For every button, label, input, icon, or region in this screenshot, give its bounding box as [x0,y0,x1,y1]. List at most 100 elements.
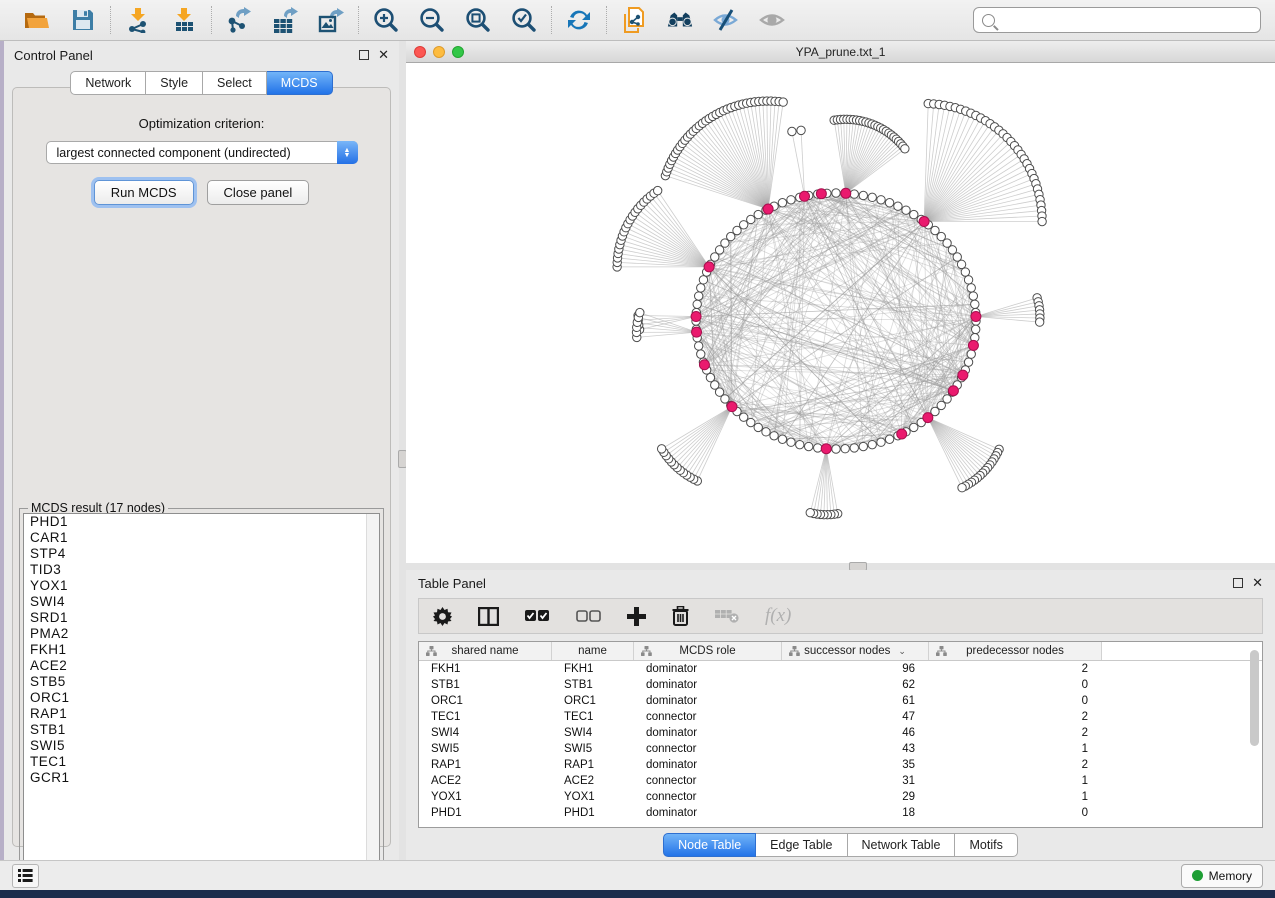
export-table-icon[interactable] [271,6,299,34]
mcds-result-item[interactable]: TEC1 [24,754,379,770]
tab-network[interactable]: Network [70,71,146,95]
mcds-result-item[interactable]: YOX1 [24,578,379,594]
column-header-MCDS-role[interactable]: MCDS role [634,642,782,660]
table-row[interactable]: TEC1TEC1connector472 [419,709,1262,725]
save-session-icon[interactable] [69,6,97,34]
mcds-result-item[interactable]: SWI5 [24,738,379,754]
clone-network-icon[interactable] [620,6,648,34]
table-row[interactable]: YOX1YOX1connector291 [419,789,1262,805]
column-header-predecessor-nodes[interactable]: predecessor nodes [929,642,1102,660]
tab-edge-table[interactable]: Edge Table [756,833,847,857]
close-table-panel-icon[interactable]: ✕ [1252,578,1263,588]
tab-node-table[interactable]: Node Table [663,833,756,857]
column-header-name[interactable]: name [552,642,634,660]
task-history-icon[interactable] [12,864,39,888]
mcds-result-item[interactable]: STB5 [24,674,379,690]
mcds-result-groupbox: MCDS result (17 nodes) PHD1CAR1STP4TID3Y… [19,508,384,878]
network-window-titlebar[interactable]: YPA_prune.txt_1 [406,41,1275,63]
tab-select[interactable]: Select [203,71,267,95]
table-row[interactable]: SWI4SWI4dominator462 [419,725,1262,741]
mcds-result-item[interactable]: STP4 [24,546,379,562]
table-row[interactable]: RAP1RAP1dominator352 [419,757,1262,773]
cell-name: TEC1 [552,711,634,723]
network-canvas[interactable] [406,63,1275,563]
add-column-icon[interactable] [627,607,646,626]
network-node [850,444,858,452]
mcds-result-item[interactable]: TID3 [24,562,379,578]
mcds-result-item[interactable]: ORC1 [24,690,379,706]
network-node [693,300,701,308]
zoom-in-icon[interactable] [372,6,400,34]
column-header-successor-nodes[interactable]: successor nodes⌄ [782,642,929,660]
mcds-result-item[interactable]: GCR1 [24,770,379,786]
mcds-result-item[interactable]: FKH1 [24,642,379,658]
search-field[interactable] [973,7,1261,33]
mcds-result-item[interactable]: PHD1 [24,514,379,530]
float-table-panel-icon[interactable] [1233,578,1243,588]
cell-predecessor-nodes: 2 [929,759,1102,771]
float-panel-icon[interactable] [359,50,369,60]
table-row[interactable]: PHD1PHD1dominator180 [419,805,1262,821]
show-all-icon[interactable] [758,6,786,34]
zoom-selected-icon[interactable] [510,6,538,34]
table-row[interactable]: ORC1ORC1dominator610 [419,693,1262,709]
import-network-icon[interactable] [124,6,152,34]
close-panel-button[interactable]: Close panel [207,180,310,205]
mcds-result-item[interactable]: RAP1 [24,706,379,722]
table-scrollbar-thumb[interactable] [1250,650,1259,746]
network-node [910,423,918,431]
mcds-node [763,204,773,214]
network-node [850,190,858,198]
column-visibility-icon[interactable] [478,607,499,626]
optimization-criterion-dropdown[interactable]: largest connected component (undirected)… [46,141,358,164]
horizontal-splitter[interactable] [406,563,1275,570]
hide-selected-icon[interactable] [712,6,740,34]
column-header-shared-name[interactable]: shared name [419,642,552,660]
close-window-icon[interactable] [414,46,426,58]
zoom-out-icon[interactable] [418,6,446,34]
mcds-result-item[interactable]: CAR1 [24,530,379,546]
apply-layout-icon[interactable] [565,6,593,34]
delete-column-icon[interactable] [672,606,689,626]
minimize-window-icon[interactable] [433,46,445,58]
vertical-splitter[interactable] [399,41,406,860]
mcds-result-item[interactable]: ACE2 [24,658,379,674]
import-table-icon[interactable] [170,6,198,34]
mcds-result-item[interactable]: SRD1 [24,610,379,626]
mcds-node [841,188,851,198]
network-window-title: YPA_prune.txt_1 [796,45,886,59]
deselect-all-icon[interactable] [576,610,601,623]
network-node [957,260,965,268]
memory-button[interactable]: Memory [1181,864,1263,888]
mcds-node [816,189,826,199]
open-file-icon[interactable] [23,6,51,34]
search-input[interactable] [1001,13,1252,27]
run-mcds-button[interactable]: Run MCDS [94,180,194,205]
table-row[interactable]: STB1STB1dominator620 [419,677,1262,693]
mcds-result-item[interactable]: STB1 [24,722,379,738]
network-node [796,440,804,448]
mcds-node [821,444,831,454]
mcds-list-scrollbar[interactable] [366,514,379,873]
table-row[interactable]: SWI5SWI5connector431 [419,741,1262,757]
first-neighbors-icon[interactable] [666,6,694,34]
mcds-node [968,340,978,350]
tab-motifs[interactable]: Motifs [955,833,1017,857]
table-row[interactable]: ACE2ACE2connector311 [419,773,1262,789]
network-node [967,350,975,358]
table-row[interactable]: FKH1FKH1dominator962 [419,661,1262,677]
network-node [747,215,755,223]
mcds-result-item[interactable]: PMA2 [24,626,379,642]
select-all-icon[interactable] [525,610,550,623]
maximize-window-icon[interactable] [452,46,464,58]
mcds-result-list[interactable]: PHD1CAR1STP4TID3YOX1SWI4SRD1PMA2FKH1ACE2… [23,513,380,874]
close-panel-icon[interactable]: ✕ [378,50,389,60]
tab-style[interactable]: Style [146,71,203,95]
zoom-fit-icon[interactable] [464,6,492,34]
tab-network-table[interactable]: Network Table [848,833,956,857]
export-network-icon[interactable] [225,6,253,34]
table-options-icon[interactable] [433,607,452,626]
tab-mcds[interactable]: MCDS [267,71,333,95]
export-image-icon[interactable] [317,6,345,34]
mcds-result-item[interactable]: SWI4 [24,594,379,610]
